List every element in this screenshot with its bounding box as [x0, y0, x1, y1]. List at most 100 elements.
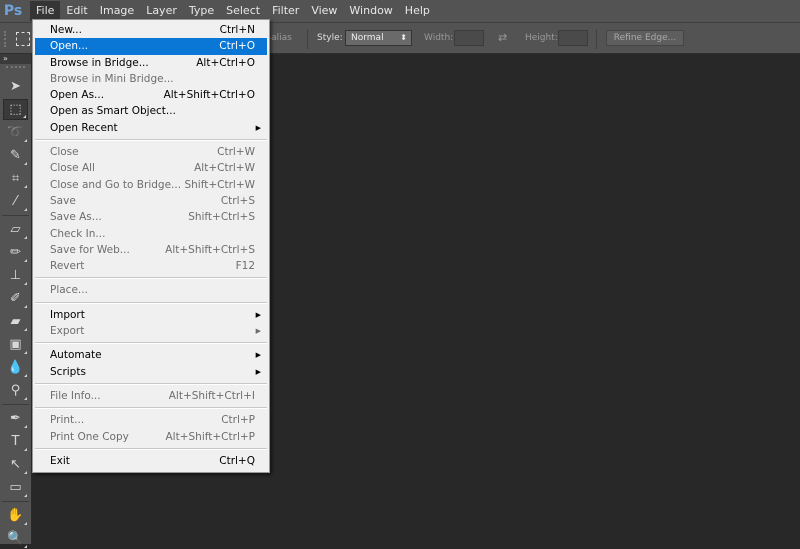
file-menu-item-print-one-copy[interactable]: Print One Copy Alt+Shift+Ctrl+P — [33, 429, 269, 445]
menu-item-label: Print One Copy — [50, 430, 129, 443]
width-label: Width: — [424, 33, 454, 43]
file-menu-item-close[interactable]: Close Ctrl+W — [33, 144, 269, 160]
menu-select[interactable]: Select — [220, 1, 266, 21]
menu-item-shortcut: Shift+Ctrl+W — [184, 178, 255, 191]
menu-separator — [35, 139, 267, 142]
file-menu-item-revert[interactable]: Revert F12 — [33, 258, 269, 274]
file-menu-item-close-and-go-to-bridge[interactable]: Close and Go to Bridge... Shift+Ctrl+W — [33, 177, 269, 193]
menu-view[interactable]: View — [305, 1, 343, 21]
menu-separator — [35, 301, 267, 304]
menu-item-shortcut: Alt+Shift+Ctrl+I — [168, 389, 255, 402]
menu-edit[interactable]: Edit — [60, 1, 93, 21]
menu-item-shortcut: Ctrl+Q — [219, 454, 255, 467]
submenu-arrow-icon: ▶ — [255, 310, 261, 319]
menu-help[interactable]: Help — [399, 1, 436, 21]
file-menu-item-browse-in-bridge[interactable]: Browse in Bridge... Alt+Ctrl+O — [33, 55, 269, 71]
rectangle-tool-icon[interactable]: ▭ — [3, 477, 28, 498]
tool-divider — [2, 215, 29, 216]
file-menu-item-save[interactable]: Save Ctrl+S — [33, 193, 269, 209]
menu-file[interactable]: File — [30, 1, 61, 21]
height-input[interactable] — [558, 30, 588, 46]
swap-width-height-icon[interactable]: ⇄ — [498, 31, 507, 44]
file-menu-item-export[interactable]: Export ▶ — [33, 323, 269, 339]
divider — [596, 29, 597, 49]
move-tool-icon[interactable]: ➤ — [3, 76, 28, 97]
options-bar-grip[interactable] — [4, 31, 8, 47]
dodge-tool-icon[interactable]: ⚲ — [3, 380, 28, 401]
menu-item-label: Export — [50, 325, 85, 338]
menu-item-label: Open... — [50, 40, 89, 53]
file-menu-item-import[interactable]: Import ▶ — [33, 307, 269, 323]
gradient-tool-icon[interactable]: ▣ — [3, 334, 28, 355]
crop-tool-icon[interactable]: ⌗ — [3, 168, 28, 189]
file-menu-item-print[interactable]: Print... Ctrl+P — [33, 412, 269, 428]
type-tool-icon[interactable]: T — [3, 431, 28, 452]
menu-item-shortcut: Alt+Shift+Ctrl+S — [165, 243, 255, 256]
menu-item-label: Place... — [50, 284, 88, 297]
file-menu-item-save-as[interactable]: Save As... Shift+Ctrl+S — [33, 209, 269, 225]
menu-item-label: New... — [50, 24, 82, 36]
menu-window[interactable]: Window — [343, 1, 398, 21]
refine-edge-button[interactable]: Refine Edge... — [606, 30, 684, 46]
lasso-tool-icon[interactable]: ➰ — [3, 122, 28, 143]
menu-separator — [35, 447, 267, 450]
eyedropper-tool-icon[interactable]: ⁄ — [3, 191, 28, 212]
menu-layer[interactable]: Layer — [140, 1, 183, 21]
file-menu-item-scripts[interactable]: Scripts ▶ — [33, 364, 269, 380]
collapse-panel-icon[interactable]: » — [0, 54, 31, 64]
menu-item-label: Open As... — [50, 89, 105, 102]
style-select[interactable]: Normal ⬍ — [345, 30, 412, 46]
rectangular-marquee-tool-icon[interactable]: ⬚ — [3, 99, 28, 120]
menu-item-shortcut: Ctrl+W — [217, 146, 255, 159]
blur-tool-icon[interactable]: 💧 — [3, 357, 28, 378]
file-menu-item-open[interactable]: Open... Ctrl+O — [35, 38, 267, 55]
quick-selection-tool-icon[interactable]: ✎ — [3, 145, 28, 166]
file-menu-item-save-for-web[interactable]: Save for Web... Alt+Shift+Ctrl+S — [33, 242, 269, 258]
menu-item-label: Revert — [50, 260, 85, 273]
file-menu-item-browse-in-mini-bridge[interactable]: Browse in Mini Bridge... — [33, 71, 269, 87]
menu-item-shortcut: Shift+Ctrl+S — [188, 211, 255, 224]
brush-tool-icon[interactable]: ✏ — [3, 242, 28, 263]
menu-item-label: Scripts — [50, 365, 86, 378]
menu-item-label: Exit — [50, 454, 70, 467]
eraser-tool-icon[interactable]: ▰ — [3, 311, 28, 332]
menu-item-shortcut: Alt+Ctrl+O — [196, 56, 255, 69]
tool-preset-marquee-icon[interactable] — [16, 32, 30, 46]
menu-separator — [35, 342, 267, 345]
file-menu-item-open-recent[interactable]: Open Recent ▶ — [33, 120, 269, 136]
file-menu-item-file-info[interactable]: File Info... Alt+Shift+Ctrl+I — [33, 388, 269, 404]
menu-item-label: Automate — [50, 349, 102, 362]
file-menu-item-open-as[interactable]: Open As... Alt+Shift+Ctrl+O — [33, 87, 269, 103]
history-brush-tool-icon[interactable]: ✐ — [3, 288, 28, 309]
menu-item-label: Browse in Mini Bridge... — [50, 72, 174, 85]
menu-item-label: Browse in Bridge... — [50, 56, 149, 69]
path-selection-tool-icon[interactable]: ↖ — [3, 454, 28, 475]
file-menu-item-open-as-smart-object[interactable]: Open as Smart Object... — [33, 103, 269, 119]
submenu-arrow-icon: ▶ — [255, 123, 261, 132]
hand-tool-icon[interactable]: ✋ — [3, 505, 28, 526]
file-menu-item-close-all[interactable]: Close All Alt+Ctrl+W — [33, 160, 269, 176]
clone-stamp-tool-icon[interactable]: ⊥ — [3, 265, 28, 286]
file-menu-item-check-in[interactable]: Check In... — [33, 226, 269, 242]
menu-item-label: Check In... — [50, 227, 106, 240]
width-input[interactable] — [454, 30, 484, 46]
healing-brush-tool-icon[interactable]: ▱ — [3, 219, 28, 240]
file-menu-item-place[interactable]: Place... — [33, 282, 269, 298]
menu-image[interactable]: Image — [94, 1, 140, 21]
menu-separator — [35, 407, 267, 410]
submenu-arrow-icon: ▶ — [255, 367, 261, 376]
file-menu-item-automate[interactable]: Automate ▶ — [33, 347, 269, 363]
file-menu-item-exit[interactable]: Exit Ctrl+Q — [33, 453, 269, 469]
panel-grip[interactable] — [6, 66, 25, 74]
menu-filter[interactable]: Filter — [266, 1, 305, 21]
file-menu-item-new[interactable]: New... Ctrl+N — [33, 22, 269, 38]
menu-item-label: Close — [50, 146, 79, 159]
menu-type[interactable]: Type — [183, 1, 220, 21]
menu-item-label: File Info... — [50, 389, 101, 402]
menu-separator — [35, 277, 267, 280]
menu-item-label: Save — [50, 194, 76, 207]
zoom-tool-icon[interactable]: 🔍 — [3, 528, 28, 549]
menu-item-shortcut: Ctrl+N — [219, 24, 255, 36]
menu-item-label: Close and Go to Bridge... — [50, 178, 182, 191]
pen-tool-icon[interactable]: ✒ — [3, 408, 28, 429]
